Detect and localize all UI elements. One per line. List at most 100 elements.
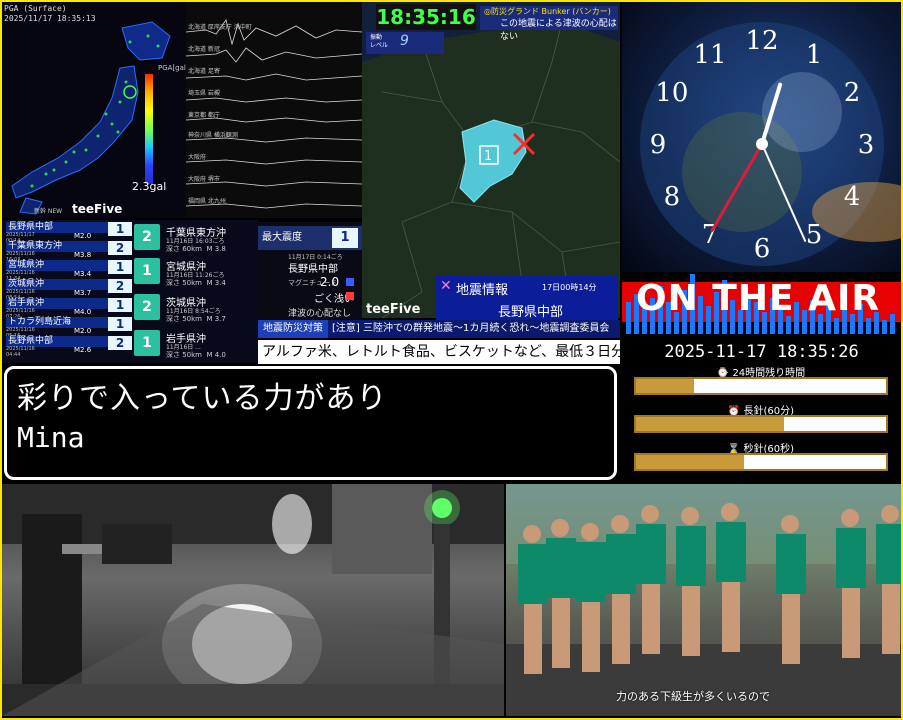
banner-message: この地震による津波の心配はない (500, 19, 617, 42)
runner-figure (876, 505, 901, 654)
caption-speaker: Mina (17, 421, 85, 454)
street-camera-feed (2, 484, 504, 716)
clock-numeral: 2 (844, 78, 861, 108)
quake-history-panel: 長野県中部 2025/11/17 00:14 M2.0 1 千葉県東方沖 202… (2, 220, 258, 363)
max-intensity-value: 1 (332, 228, 358, 248)
quake-scale-badge: 1 (108, 298, 132, 312)
marathon-video-feed: 力のある下級生が多くいるので (506, 484, 901, 716)
quake-card-detail: 深さ 50km M 3.7 (166, 315, 226, 323)
station-label: 北海道 足寄 (188, 68, 220, 75)
pga-peak-value: 2.3gal (132, 180, 167, 193)
brand-logo: teeFive (72, 202, 123, 216)
quake-card-detail: 深さ 50km M 3.4 (166, 279, 226, 287)
quake-magnitude: M2.0 (74, 232, 92, 240)
ticker-label: 地震防災対策 (258, 320, 328, 338)
progress-fill (636, 379, 694, 393)
quake-magnitude: M3.7 (74, 289, 92, 297)
progress-track (634, 415, 888, 433)
street-scene (2, 484, 504, 716)
station-label: 北海道 新冠 (188, 46, 220, 53)
quake-date: 2025/11/16 04:44 (6, 346, 35, 358)
onair-panel: ON THE AIR (622, 272, 901, 334)
magnitude-color-chip (346, 278, 354, 286)
quake-card-detail: 深さ 50km M 4.0 (166, 351, 226, 359)
station-label: 大阪府 (188, 154, 207, 161)
quake-card-detail: 深さ 60km M 3.8 (166, 245, 226, 253)
tsunami-status: 津波の心配なし (288, 309, 352, 319)
quake-scale-badge: 2 (108, 336, 132, 350)
runner-figure (836, 509, 866, 658)
onair-label: ON THE AIR (636, 278, 881, 319)
pga-map-panel: PGA (Surface) 2025/11/17 18:35:13 PGA[ga… (2, 2, 186, 218)
clock-numeral: 9 (650, 130, 667, 160)
progress-minute: ⏰ 長針(60分) (630, 402, 892, 436)
clock-numeral: 1 (806, 40, 823, 70)
runners-scene (506, 484, 901, 716)
progress-fill (636, 417, 784, 431)
station-label: 東京都 都庁 (188, 112, 220, 119)
max-intensity-region: 長野県中部 (288, 264, 338, 275)
quake-scale-badge: 2 (108, 279, 132, 293)
runner-figure (606, 515, 636, 664)
runner-figure (676, 507, 706, 656)
speech-caption-box: 彩りで入っている力があり Mina (4, 366, 617, 480)
shake-level-box: 振動 レベル 9 (366, 32, 444, 54)
progress-24h: ⌚ 24時間残り時間 (630, 364, 892, 398)
shake-level-value: 9 (400, 33, 409, 49)
analog-clock: 12 1234567891011 (640, 22, 901, 266)
runner-figure (716, 503, 746, 652)
clock-numeral: 12 (745, 26, 778, 56)
map-brand-logo: teeFive (366, 302, 421, 317)
quake-card[interactable]: 1 岩手県沖 11月16日 ... 深さ 50km M 4.0 (134, 328, 256, 359)
analog-clock-panel: 12 1 2 3 4 5 6 7 8 9 10 11 (622, 2, 901, 272)
shake-level-label: 振動 レベル (370, 34, 389, 49)
quake-magnitude: M4.0 (74, 308, 92, 316)
quake-card-scale: 1 (134, 258, 160, 284)
clock-numeral: 11 (693, 40, 726, 70)
progress-second: ⌛ 秒針(60秒) (630, 440, 892, 476)
video-subtitle: 力のある下級生が多くいるので (616, 690, 770, 703)
station-label: 福岡県 北九州 (188, 198, 226, 205)
clock-numeral: 4 (844, 182, 861, 212)
waveform-panel: 北海道 厚岸支庁 浜中町 北海道 新冠 北海道 足寄 埼玉県 岩槻 東京都 都庁… (186, 2, 362, 218)
quake-scale-badge: 1 (108, 260, 132, 274)
quake-magnitude: M3.4 (74, 270, 92, 278)
station-label: 埼玉県 岩槻 (188, 90, 220, 97)
depth-color-chip (346, 292, 354, 300)
disaster-ticker: 地震防災対策 [注意] 三陸沖での群発地震〜1カ月続く恐れ〜地震調査委員会 (258, 320, 620, 338)
clock-numeral: 5 (806, 220, 823, 250)
scrolling-ticker: アルファ米、レトルト食品、ビスケットなど、最低３日分を備蓄しましょう (258, 340, 620, 364)
clock-numeral: 8 (664, 182, 681, 212)
quake-scale-badge: 1 (108, 317, 132, 331)
clock-numeral: 10 (655, 78, 688, 108)
quake-info-region: 長野県中部 (498, 305, 564, 320)
pga-scale-title: PGA[gal] (158, 64, 186, 72)
station-label: 大阪府 堺市 (188, 176, 220, 183)
clock-numeral: 3 (858, 130, 875, 160)
quake-card-scale: 1 (134, 330, 160, 356)
quake-magnitude: M3.8 (74, 251, 92, 259)
digital-clock: 18:35:16 (376, 4, 476, 30)
station-label: 北海道 厚岸支庁 浜中町 (188, 24, 252, 31)
magnitude-value: 2.0 (320, 275, 340, 289)
runner-figure (636, 505, 666, 654)
caption-text: 彩りで入っている力があり (17, 381, 388, 416)
quake-magnitude: M2.6 (74, 346, 92, 354)
quake-card-scale: 2 (134, 224, 160, 250)
quake-card[interactable]: 2 千葉県東方沖 11月16日 16:03ごろ 深さ 60km M 3.8 (134, 222, 256, 253)
quake-card[interactable]: 1 宮城県沖 11月16日 11:26ごろ 深さ 50km M 3.4 (134, 256, 256, 287)
cross-icon: ✕ (440, 278, 452, 294)
ticker-headline: [注意] 三陸沖での群発地震〜1カ月続く恐れ〜地震調査委員会 (332, 323, 610, 334)
ticker-scroll-text: アルファ米、レトルト食品、ビスケットなど、最低３日分を備蓄しましょう (262, 344, 620, 360)
quake-info-title: 地震情報 (456, 283, 509, 298)
progress-track (634, 453, 888, 471)
quake-info-box: ✕ 地震情報 17日00時14分 長野県中部 (436, 276, 618, 320)
pga-scale-legend (145, 74, 153, 184)
station-label: 神奈川県 横浜観測 (188, 132, 238, 139)
quake-magnitude: M2.0 (74, 327, 92, 335)
tsunami-banner: ◎防災グランド Bunker (バンカー) この地震による津波の心配はない (480, 6, 618, 42)
clock-numeral: 6 (754, 234, 771, 264)
progress-fill (636, 455, 744, 469)
datetime-display: 2025-11-17 18:35:26 (664, 342, 859, 362)
quake-card[interactable]: 2 茨城県沖 11月16日 8:54ごろ 深さ 50km M 3.7 (134, 292, 256, 323)
